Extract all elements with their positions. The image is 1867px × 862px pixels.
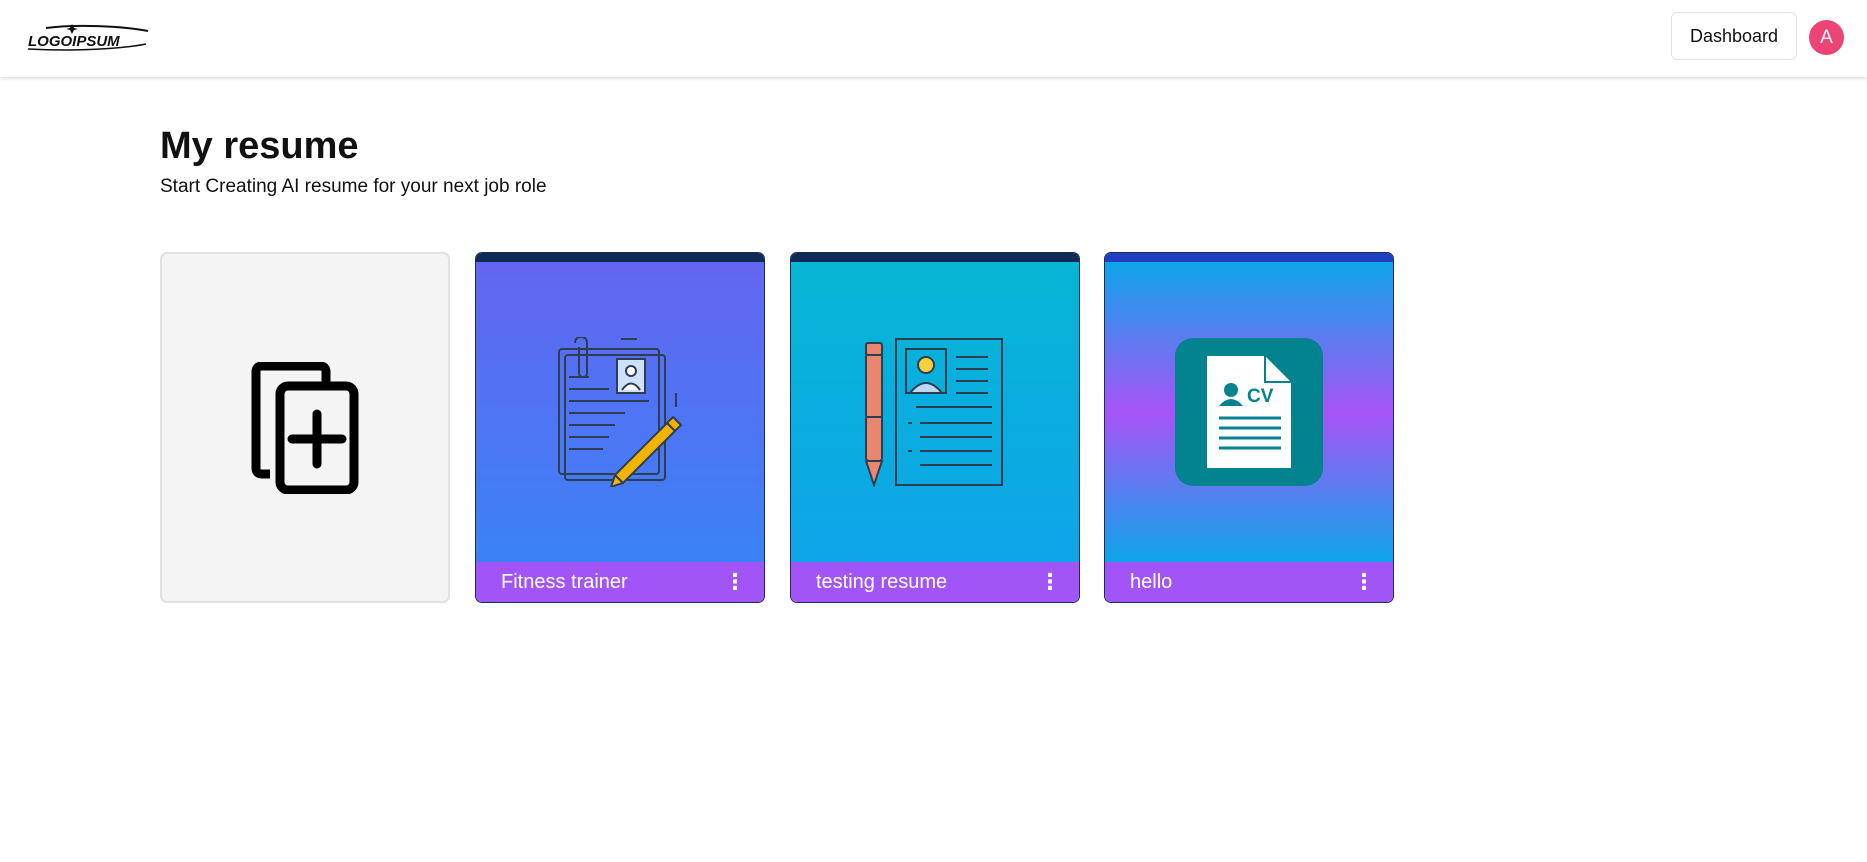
card-top-bar: [476, 253, 764, 262]
more-vertical-icon[interactable]: ⋮: [1039, 571, 1061, 593]
card-preview: [476, 262, 764, 562]
add-copy-icon: [251, 361, 359, 494]
svg-text:CV: CV: [1247, 386, 1274, 407]
card-top-bar: [1105, 253, 1393, 262]
logo[interactable]: LOGOIPSUM: [26, 22, 152, 52]
resume-card[interactable]: Fitness trainer ⋮: [475, 252, 765, 603]
resume-card[interactable]: CV hello ⋮: [1104, 252, 1394, 603]
resume-card[interactable]: testing resume ⋮: [790, 252, 1080, 603]
cv-document-icon: CV: [1175, 338, 1323, 486]
resume-pencil-icon: [558, 337, 683, 487]
avatar[interactable]: A: [1809, 20, 1844, 55]
dashboard-button[interactable]: Dashboard: [1671, 12, 1797, 60]
top-header: LOGOIPSUM Dashboard A: [0, 0, 1867, 77]
resume-title[interactable]: testing resume: [816, 571, 947, 594]
logo-text: LOGOIPSUM: [28, 33, 120, 50]
resume-title[interactable]: Fitness trainer: [501, 571, 628, 594]
card-footer: Fitness trainer ⋮: [476, 562, 764, 602]
resume-pen-icon: [864, 338, 1003, 487]
add-resume-card[interactable]: [160, 252, 450, 603]
card-footer: hello ⋮: [1105, 562, 1393, 602]
page-title: My resume: [160, 125, 359, 167]
more-vertical-icon[interactable]: ⋮: [1353, 571, 1375, 593]
card-top-bar: [791, 253, 1079, 262]
card-preview: CV: [1105, 262, 1393, 562]
card-preview: [791, 262, 1079, 562]
resume-title[interactable]: hello: [1130, 571, 1172, 594]
page-subtitle: Start Creating AI resume for your next j…: [160, 176, 547, 197]
card-footer: testing resume ⋮: [791, 562, 1079, 602]
more-vertical-icon[interactable]: ⋮: [724, 571, 746, 593]
